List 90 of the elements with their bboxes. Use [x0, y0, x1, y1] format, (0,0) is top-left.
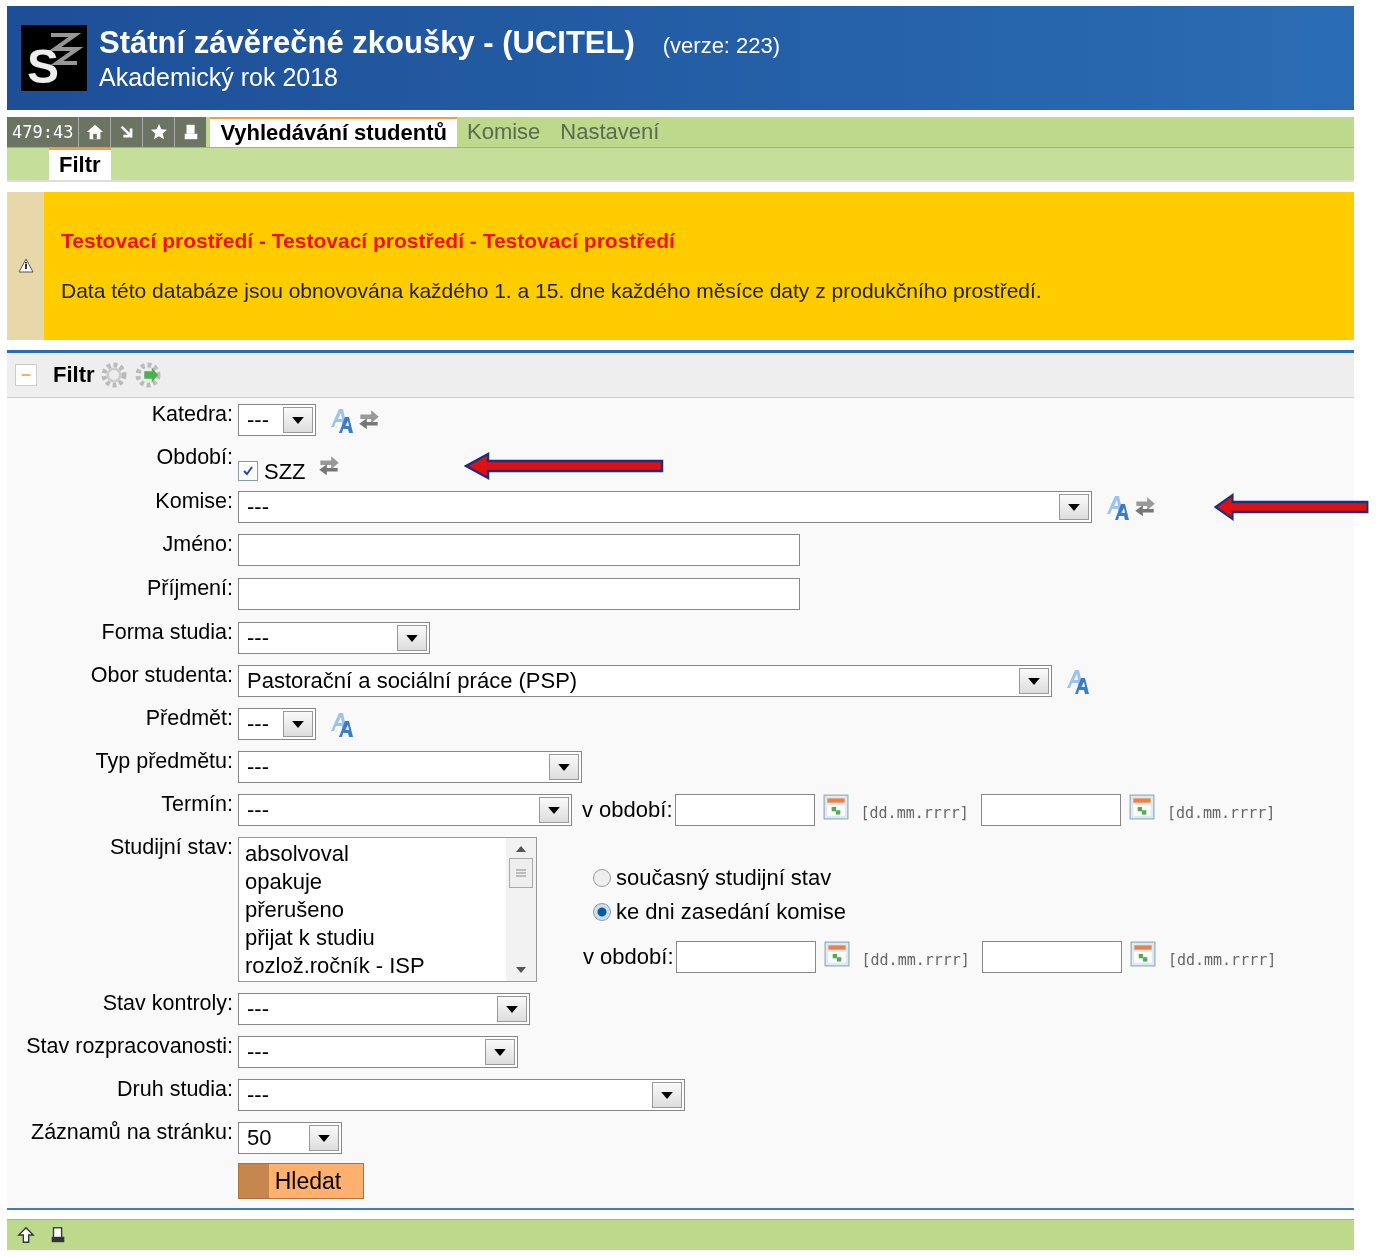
notice-text: Data této databáze jsou obnovována každého 1. a 15. dne každého měsíce daty z produkčního prostředí.: [61, 279, 1042, 303]
nav-tab[interactable]: Komise: [457, 117, 551, 147]
checkbox[interactable]: [238, 461, 258, 481]
field-label: Komise:: [154, 488, 233, 514]
date-field[interactable]: [981, 941, 1122, 973]
scroll-thumb[interactable]: [509, 858, 533, 888]
radio-option[interactable]: současný studijní stav: [593, 865, 846, 891]
field-label: Obor studenta:: [89, 662, 233, 688]
caret-icon: [548, 806, 560, 814]
list-option[interactable]: rozlož.ročník - ISP: [245, 952, 500, 980]
field-label: Příjmení:: [145, 575, 233, 601]
date-format-hint: [dd.mm.rrrr]: [1166, 804, 1276, 822]
field-label: Typ předmětu:: [94, 748, 233, 774]
field-label: Druh studia:: [116, 1076, 233, 1102]
print-icon[interactable]: [49, 1226, 67, 1244]
field-label: Předmět:: [144, 705, 233, 731]
star-icon: [149, 123, 168, 141]
select-field[interactable]: ---: [238, 491, 1092, 523]
calendar-icon[interactable]: [823, 941, 850, 967]
caret-icon: [1068, 503, 1080, 511]
scrollbar[interactable]: [506, 838, 536, 981]
field-label: Studijní stav:: [108, 834, 233, 860]
caret-icon: [406, 634, 418, 642]
caret-icon: [1028, 677, 1040, 685]
calendar-icon[interactable]: [822, 794, 849, 820]
select-field[interactable]: 50: [238, 1122, 342, 1154]
list-option[interactable]: přerušeno: [245, 896, 500, 924]
nav-tab[interactable]: Vyhledávání studentů: [210, 117, 457, 147]
select-field[interactable]: ---: [238, 794, 572, 826]
filter-title: Filtr: [53, 362, 95, 388]
arrow-button[interactable]: [110, 117, 143, 147]
calendar-icon[interactable]: [1128, 794, 1155, 820]
date-format-hint: [dd.mm.rrrr]: [861, 951, 970, 969]
select-field[interactable]: ---: [238, 1079, 685, 1111]
date-field[interactable]: [675, 941, 816, 973]
logo-icon: S: [21, 25, 87, 91]
date-field[interactable]: [980, 794, 1121, 826]
scroll-up-icon[interactable]: [516, 846, 526, 852]
date-format-hint: [dd.mm.rrrr]: [1167, 951, 1277, 969]
session-timer: 479:43: [7, 117, 79, 147]
app-title: Státní závěrečné zkoušky - (UCITEL): [99, 24, 635, 61]
subtab[interactable]: Filtr: [49, 148, 111, 180]
field-label: Stav rozpracovanosti:: [25, 1033, 233, 1059]
list-option[interactable]: opakuje: [245, 868, 500, 896]
field-label: Forma studia:: [100, 619, 233, 645]
list-option[interactable]: absolvoval: [245, 840, 500, 868]
calendar-icon[interactable]: [1129, 941, 1156, 967]
list-option[interactable]: přijat k studiu: [245, 924, 500, 952]
nav-tab[interactable]: Nastavení: [550, 117, 670, 147]
print-button[interactable]: [174, 117, 207, 147]
select-field[interactable]: ---: [238, 1036, 518, 1068]
radio-option[interactable]: ke dni zasedání komise: [593, 899, 846, 925]
field-label: Období:: [155, 444, 233, 470]
check-icon: [242, 465, 254, 477]
field-label: Stav kontroly:: [101, 990, 233, 1016]
version-label: (verze: 223): [662, 32, 781, 59]
search-button[interactable]: Hledat: [238, 1163, 364, 1199]
info-icon: [17, 258, 34, 274]
select-field[interactable]: ---: [238, 708, 316, 740]
caret-icon: [661, 1091, 673, 1099]
checkbox-label: SZZ: [264, 459, 306, 485]
text-field[interactable]: [238, 534, 800, 566]
scroll-down-icon[interactable]: [516, 967, 526, 973]
academic-year: Akademický rok 2018: [99, 62, 339, 92]
select-field[interactable]: ---: [238, 751, 582, 783]
date-format-hint: [dd.mm.rrrr]: [860, 804, 969, 822]
caret-icon: [494, 1048, 506, 1056]
caret-icon: [292, 720, 304, 728]
up-arrow-icon[interactable]: [17, 1226, 35, 1244]
notice-title: Testovací prostředí - Testovací prostředí - Testovací prostředí: [61, 229, 677, 253]
select-field[interactable]: ---: [238, 404, 316, 436]
caret-icon: [292, 416, 304, 424]
field-label: Termín:: [160, 791, 233, 817]
period-label: v období:: [582, 797, 673, 823]
text-field[interactable]: [238, 578, 800, 610]
period-label: v období:: [583, 944, 674, 970]
home-icon: [85, 123, 104, 141]
select-field[interactable]: ---: [238, 622, 430, 654]
home-button[interactable]: [78, 117, 111, 147]
caret-icon: [318, 1134, 330, 1142]
field-label: Katedra:: [150, 401, 233, 427]
field-label: Jméno:: [161, 531, 233, 557]
select-field[interactable]: ---: [238, 993, 530, 1025]
caret-icon: [558, 763, 570, 771]
list-box[interactable]: absolvoval opakuje přerušeno přijat k studiu rozlož.ročník - ISP: [238, 837, 537, 982]
select-field[interactable]: Pastorační a sociální práce (PSP): [238, 665, 1052, 697]
date-field[interactable]: [674, 794, 815, 826]
favorite-button[interactable]: [142, 117, 175, 147]
caret-icon: [506, 1005, 518, 1013]
field-label: Záznamů na stránku:: [30, 1119, 233, 1145]
